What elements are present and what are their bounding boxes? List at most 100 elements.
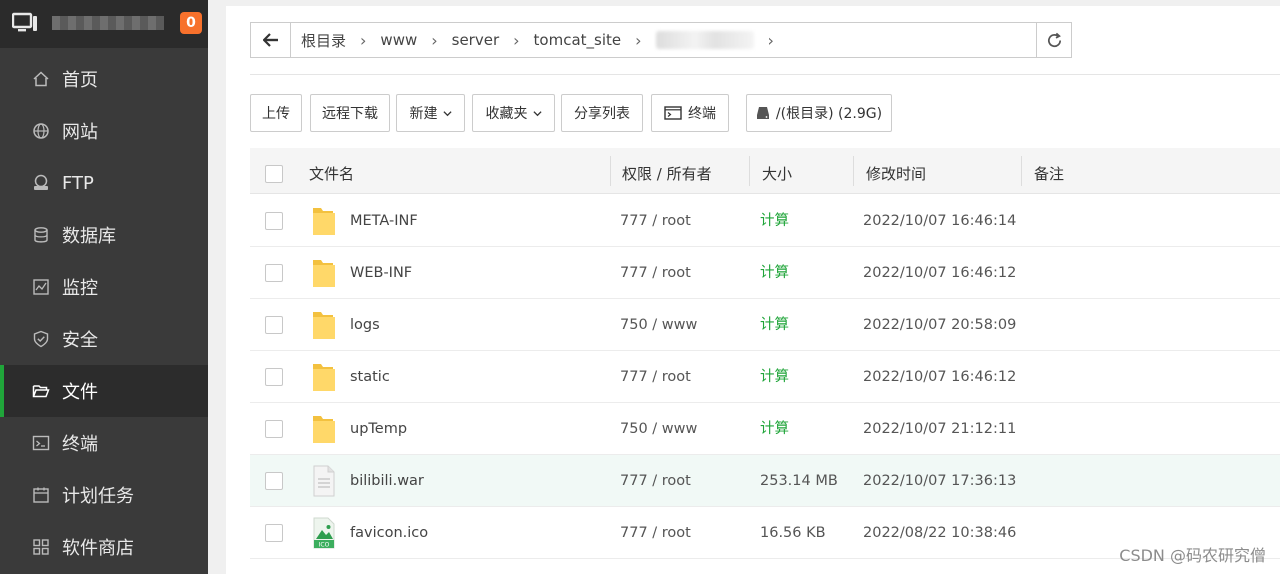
file-size: 253.14 MB (760, 473, 838, 489)
share-list-button[interactable]: 分享列表 (561, 94, 643, 132)
header-name[interactable]: 文件名 (309, 148, 354, 194)
sidebar-item[interactable]: 监控 (0, 261, 208, 313)
file-permission[interactable]: 777 / root (620, 351, 691, 403)
disk-icon (756, 107, 769, 119)
sidebar-item[interactable]: 计划任务 (0, 469, 208, 521)
breadcrumb-item[interactable]: 根目录 › (301, 30, 380, 51)
sidebar-item-label: 软件商店 (62, 538, 134, 559)
row-checkbox[interactable] (265, 368, 283, 386)
column-divider (1021, 156, 1022, 186)
chevron-right-icon: › (513, 30, 520, 50)
chevron-right-icon: › (360, 30, 367, 50)
disk-label: /(根目录) (2.9G) (775, 106, 883, 122)
column-divider (853, 156, 854, 186)
back-button[interactable] (251, 23, 291, 57)
sidebar-item-label: FTP (62, 172, 94, 194)
sidebar-item-label: 数据库 (62, 226, 116, 247)
row-checkbox[interactable] (265, 212, 283, 230)
file-name[interactable]: favicon.ico (350, 507, 428, 559)
row-checkbox[interactable] (265, 264, 283, 282)
remote-download-button[interactable]: 远程下载 (310, 94, 390, 132)
file-permission[interactable]: 777 / root (620, 507, 691, 559)
sidebar-item[interactable]: 文件 (0, 365, 208, 417)
database-icon (32, 226, 50, 244)
ftp-icon (32, 174, 50, 192)
table-row[interactable]: WEB-INF 777 / root 计算 2022/10/07 16:46:12 (250, 247, 1280, 299)
image-file-icon: ICO (311, 517, 337, 549)
table-row[interactable]: static 777 / root 计算 2022/10/07 16:46:12 (250, 351, 1280, 403)
chevron-right-icon: › (767, 30, 774, 50)
file-size: 16.56 KB (760, 525, 826, 541)
refresh-button[interactable] (1036, 22, 1072, 58)
select-all-checkbox[interactable] (265, 165, 283, 183)
file-permission[interactable]: 777 / root (620, 455, 691, 507)
sidebar-item[interactable]: FTP (0, 157, 208, 209)
file-size[interactable]: 计算 (760, 247, 789, 299)
file-name[interactable]: WEB-INF (350, 247, 412, 299)
home-icon (32, 70, 50, 88)
apps-grid-icon (32, 538, 50, 556)
table-row[interactable]: logs 750 / www 计算 2022/10/07 20:58:09 (250, 299, 1280, 351)
file-mtime: 2022/08/22 10:38:46 (863, 525, 1017, 541)
breadcrumb-item-redacted[interactable]: › (655, 30, 788, 50)
sidebar-item[interactable]: 数据库 (0, 209, 208, 261)
favorites-label: 收藏夹 (485, 106, 528, 122)
row-checkbox[interactable] (265, 420, 283, 438)
favorites-dropdown-button[interactable]: 收藏夹 (472, 94, 555, 132)
server-monitor-icon[interactable] (11, 12, 38, 34)
sidebar-item[interactable]: 软件商店 (0, 521, 208, 573)
file-name[interactable]: static (350, 351, 390, 403)
new-dropdown-button[interactable]: 新建 (396, 94, 465, 132)
chevron-right-icon: › (431, 30, 438, 50)
hostname-redacted (52, 16, 164, 30)
file-name[interactable]: logs (350, 299, 380, 351)
file-permission[interactable]: 750 / www (620, 299, 697, 351)
file-manager: 根目录 › www › server › tomcat_site › › 上传 远程下载 新建 … (226, 6, 1280, 574)
file-name[interactable]: bilibili.war (350, 455, 424, 507)
sidebar-menu: 首页网站 FTP 数据库监控 安全 文件 终端计划任务软件商店 (0, 53, 208, 573)
file-mtime: 2022/10/07 16:46:12 (863, 265, 1017, 281)
file-size[interactable]: 计算 (760, 403, 789, 455)
file-size[interactable]: 计算 (760, 351, 789, 403)
header-size[interactable]: 大小 (762, 148, 792, 194)
breadcrumb-item[interactable]: www › (380, 31, 451, 50)
notification-badge[interactable]: 0 (180, 12, 202, 34)
header-permission[interactable]: 权限 / 所有者 (622, 148, 712, 194)
file-size[interactable]: 计算 (760, 195, 789, 247)
sidebar-item[interactable]: 终端 (0, 417, 208, 469)
table-row[interactable]: bilibili.war 777 / root 253.14 MB 2022/10/0… (250, 455, 1280, 507)
row-checkbox[interactable] (265, 524, 283, 542)
sidebar-item[interactable]: 安全 (0, 313, 208, 365)
table-row[interactable]: upTemp 750 / www 计算 2022/10/07 21:12:11 (250, 403, 1280, 455)
header-mtime[interactable]: 修改时间 (866, 148, 926, 194)
breadcrumb-item[interactable]: tomcat_site › (534, 31, 656, 50)
chevron-right-icon: › (635, 30, 642, 50)
refresh-icon (1047, 32, 1061, 47)
file-permission[interactable]: 750 / www (620, 403, 697, 455)
upload-button[interactable]: 上传 (250, 94, 302, 132)
chevron-down-icon (442, 110, 452, 116)
file-mtime: 2022/10/07 21:12:11 (863, 421, 1017, 437)
file-permission[interactable]: 777 / root (620, 247, 691, 299)
file-name[interactable]: upTemp (350, 403, 407, 455)
breadcrumb-label: server (451, 31, 500, 49)
disk-button[interactable]: /(根目录) (2.9G) (746, 94, 892, 132)
row-checkbox[interactable] (265, 472, 283, 490)
terminal-button[interactable]: 终端 (651, 94, 729, 132)
file-name[interactable]: META-INF (350, 195, 418, 247)
globe-icon (32, 122, 50, 140)
header-note[interactable]: 备注 (1034, 148, 1064, 194)
file-mtime: 2022/10/07 16:46:12 (863, 369, 1017, 385)
sidebar-item[interactable]: 网站 (0, 105, 208, 157)
table-row[interactable]: META-INF 777 / root 计算 2022/10/07 16:46:14 (250, 195, 1280, 247)
breadcrumb-item[interactable]: server › (452, 31, 534, 50)
sidebar-item-label: 计划任务 (62, 486, 134, 507)
column-divider (749, 156, 750, 186)
row-checkbox[interactable] (265, 316, 283, 334)
breadcrumb-label: www (380, 31, 418, 49)
file-size[interactable]: 计算 (760, 299, 789, 351)
sidebar-item[interactable]: 首页 (0, 53, 208, 105)
file-permission[interactable]: 777 / root (620, 195, 691, 247)
sidebar-item-label: 首页 (62, 70, 98, 91)
sidebar-header: 0 (0, 0, 208, 48)
